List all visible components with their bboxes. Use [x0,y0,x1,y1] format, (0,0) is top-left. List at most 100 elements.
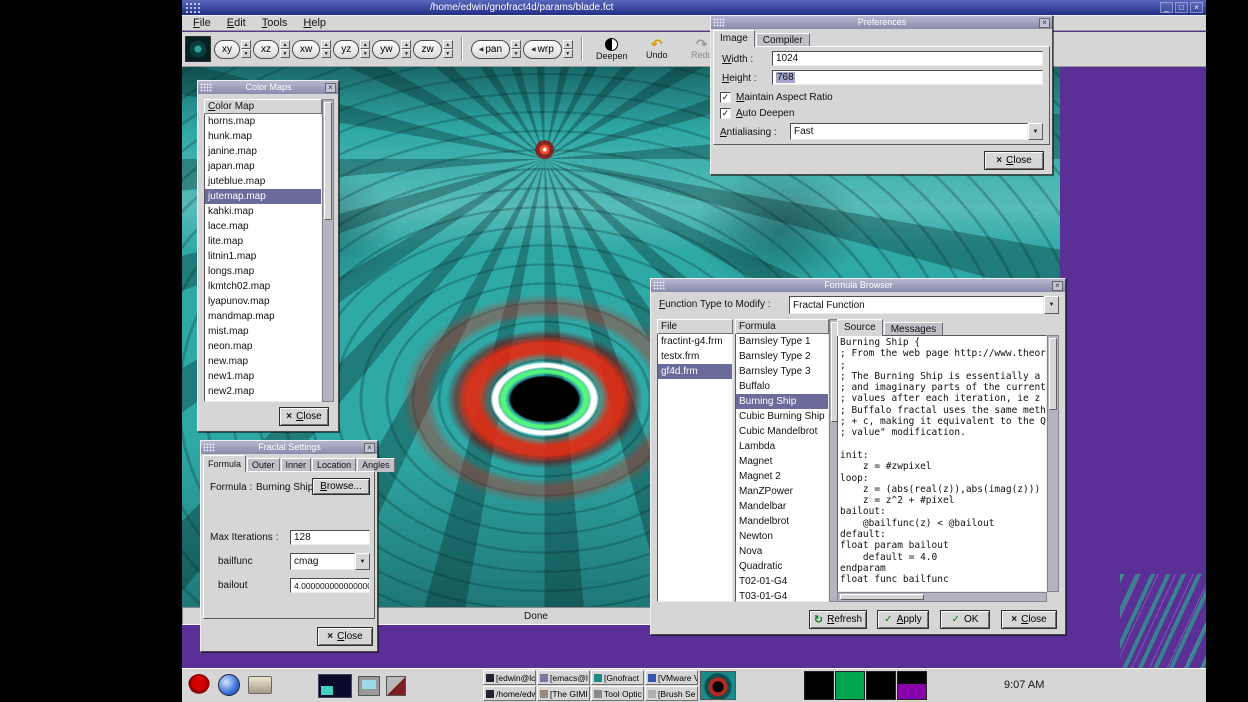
app-icon[interactable] [386,676,406,696]
formula-item[interactable]: Mandelbar [736,499,828,514]
spin-down-button[interactable]: ▼ [511,49,521,58]
formula-item[interactable]: T02-01-G4 [736,574,828,589]
spin-down-button[interactable]: ▼ [443,49,453,58]
pan-button[interactable]: ◀ wrp [523,40,562,59]
bailfunc-combo[interactable]: cmag ▼ [290,553,370,570]
refresh-button[interactable]: ↻ Refresh [809,610,867,629]
source-view[interactable]: Burning Ship { ; From the web page http:… [837,335,1047,592]
browser-icon[interactable] [218,674,240,696]
spin-up-button[interactable]: ▲ [360,40,370,49]
color-map-item[interactable]: litnin1.map [205,249,321,264]
tab[interactable]: Outer [247,458,280,472]
scrollbar-thumb[interactable] [1049,338,1057,410]
tab[interactable]: Angles [357,458,395,472]
color-map-item[interactable]: lace.map [205,219,321,234]
spin-up-button[interactable]: ▲ [401,40,411,49]
formula-item[interactable]: Magnet [736,454,828,469]
deepen-button[interactable]: Deepen [591,33,633,66]
dropdown-arrow-icon[interactable]: ▼ [1028,123,1043,140]
task-button[interactable]: /home/edw [483,686,536,701]
bailout-input[interactable]: 4.00000000000000000 [290,578,370,593]
antialiasing-combo[interactable]: Fast ▼ [790,123,1043,140]
formula-item[interactable]: Cubic Mandelbrot [736,424,828,439]
color-map-item[interactable]: kahki.map [205,204,321,219]
axis-button[interactable]: xz [253,40,279,59]
formula-item[interactable]: Burning Ship [736,394,828,409]
spin-up-button[interactable]: ▲ [443,40,453,49]
checkbox[interactable]: ✓ [720,92,731,103]
close-button[interactable]: × Close [317,627,373,646]
file-item[interactable]: fractint-g4.frm [658,334,732,349]
maximize-button[interactable]: □ [1175,2,1188,13]
close-icon[interactable]: × [1052,281,1063,291]
monitor-icon[interactable] [358,676,380,696]
preferences-titlebar[interactable]: Preferences × [711,16,1052,29]
color-map-item[interactable]: juteblue.map [205,174,321,189]
color-map-item[interactable]: lyapunov.map [205,294,321,309]
color-map-item[interactable]: new.map [205,354,321,369]
file-column-header[interactable]: File [657,319,733,334]
formula-item[interactable]: Cubic Burning Ship [736,409,828,424]
tab[interactable]: Messages [884,322,944,336]
task-button[interactable]: [Gnofract [591,670,644,685]
axis-button[interactable]: yw [372,40,400,59]
axis-button[interactable]: zw [413,40,441,59]
formula-item[interactable]: Barnsley Type 2 [736,349,828,364]
task-button[interactable]: Tool Optic [591,686,644,701]
redhat-menu-icon[interactable] [188,674,210,696]
undo-button[interactable]: ↶ Undo [636,33,678,66]
column-header[interactable]: Color Map [204,99,322,114]
spin-down-button[interactable]: ▼ [321,49,331,58]
formula-item[interactable]: Quadratic [736,559,828,574]
formula-column-header[interactable]: Formula [735,319,829,334]
scrollbar-thumb[interactable] [324,102,332,220]
color-map-item[interactable]: neon.map [205,339,321,354]
formula-item[interactable]: Newton [736,529,828,544]
max-iterations-input[interactable]: 128 [290,530,370,545]
dropdown-arrow-icon[interactable]: ▼ [1044,296,1059,314]
task-button[interactable]: [edwin@lc [483,670,536,685]
spin-up-button[interactable]: ▲ [280,40,290,49]
close-button[interactable]: × [1190,2,1203,13]
task-button[interactable]: [The GIMI [537,686,590,701]
color-map-item[interactable]: lite.map [205,234,321,249]
spin-down-button[interactable]: ▼ [241,49,251,58]
scrollbar-thumb[interactable] [840,594,924,600]
color-map-item[interactable]: mandmap.map [205,309,321,324]
close-button[interactable]: × Close [1001,610,1057,629]
checkbox[interactable]: ✓ [720,108,731,119]
swatch-black-2[interactable] [866,671,896,700]
swatch-black-1[interactable] [804,671,834,700]
formula-item[interactable]: Barnsley Type 1 [736,334,828,349]
pan-button[interactable]: ◀ pan [471,40,510,59]
color-map-item[interactable]: lkmtch02.map [205,279,321,294]
formula-item[interactable]: ManZPower [736,484,828,499]
color-map-item[interactable]: horns.map [205,114,321,129]
color-maps-titlebar[interactable]: Color Maps × [198,81,338,94]
menu-item[interactable]: Edit [219,17,254,29]
spin-up-button[interactable]: ▲ [321,40,331,49]
tab[interactable]: Image [713,30,755,47]
file-item[interactable]: testx.frm [658,349,732,364]
tab[interactable]: Source [837,319,883,336]
close-icon[interactable]: × [1039,18,1050,28]
spin-down-button[interactable]: ▼ [563,49,573,58]
spin-up-button[interactable]: ▲ [563,40,573,49]
close-icon[interactable]: × [325,83,336,93]
color-map-item[interactable]: janine.map [205,144,321,159]
file-item[interactable]: gf4d.frm [658,364,732,379]
tab[interactable]: Location [312,458,356,472]
axis-button[interactable]: xw [292,40,320,59]
ok-button[interactable]: ✓ OK [940,610,990,629]
formula-item[interactable]: Lambda [736,439,828,454]
close-icon[interactable]: × [364,443,375,453]
task-button[interactable]: [emacs@l [537,670,590,685]
color-map-item[interactable]: hunk.map [205,129,321,144]
formula-item[interactable]: Barnsley Type 3 [736,364,828,379]
vertical-scrollbar[interactable] [322,99,334,402]
browse-button[interactable]: Browse... [312,478,370,495]
spin-down-button[interactable]: ▼ [360,49,370,58]
spin-up-button[interactable]: ▲ [241,40,251,49]
color-map-item[interactable]: mist.map [205,324,321,339]
function-type-combo[interactable]: Fractal Function ▼ [789,296,1059,314]
